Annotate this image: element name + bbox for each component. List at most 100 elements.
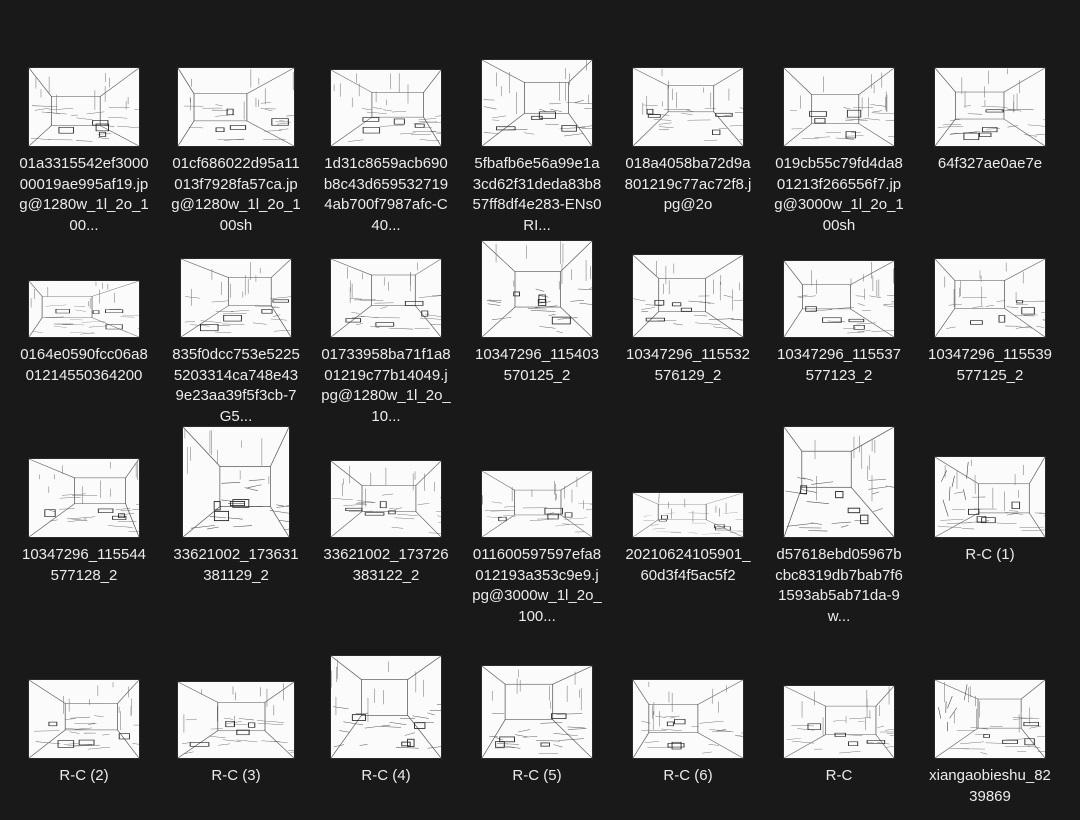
file-item[interactable]: d57618ebd05967bcbc8319db7bab7f61593ab5ab…: [769, 427, 909, 627]
file-item[interactable]: 0164e0590fcc06a801214550364200: [14, 227, 154, 386]
sketch-drawing: [183, 427, 289, 537]
interior-sketch-thumbnail[interactable]: [183, 427, 289, 537]
interior-sketch-thumbnail[interactable]: [331, 461, 441, 537]
file-item[interactable]: 018a4058ba72d9a801219c77ac72f8.jpg@2o: [618, 36, 758, 216]
thumbnail-container: [930, 648, 1050, 758]
file-item[interactable]: 33621002_173726383122_2: [316, 427, 456, 586]
interior-sketch-thumbnail[interactable]: [633, 493, 743, 537]
file-name-label: 011600597597efa8012193a353c9e9.jpg@3000w…: [472, 546, 602, 625]
interior-sketch-thumbnail[interactable]: [178, 68, 294, 146]
file-name-label: R-C (4): [361, 767, 411, 784]
file-item[interactable]: xiangaobieshu_8239869: [920, 648, 1060, 807]
sketch-drawing: [29, 459, 139, 537]
file-item[interactable]: 10347296_115544577128_2: [14, 427, 154, 586]
interior-sketch-thumbnail[interactable]: [784, 261, 894, 337]
file-name-label: R-C (5): [512, 767, 562, 784]
file-item[interactable]: 835f0dcc753e52255203314ca748e439e23aa39f…: [166, 227, 306, 427]
file-item[interactable]: R-C (1): [920, 427, 1060, 566]
thumbnail-container: [176, 36, 296, 146]
file-name-label: 0164e0590fcc06a801214550364200: [20, 346, 148, 384]
interior-sketch-thumbnail[interactable]: [29, 68, 139, 146]
thumbnail-container: [779, 427, 899, 537]
interior-sketch-thumbnail[interactable]: [29, 459, 139, 537]
file-name-label: 1d31c8659acb690b8c43d6595327194ab700f798…: [323, 155, 449, 234]
interior-sketch-thumbnail[interactable]: [482, 471, 592, 537]
file-item[interactable]: 10347296_115403570125_2: [467, 227, 607, 386]
interior-sketch-thumbnail[interactable]: [633, 680, 743, 758]
file-name-label: 019cb55c79fd4da801213f266556f7.jpg@3000w…: [774, 155, 904, 234]
interior-sketch-thumbnail[interactable]: [633, 68, 743, 146]
sketch-drawing: [29, 680, 139, 758]
interior-sketch-thumbnail[interactable]: [29, 281, 139, 337]
interior-sketch-thumbnail[interactable]: [784, 68, 894, 146]
file-item[interactable]: R-C (4): [316, 648, 456, 787]
interior-sketch-thumbnail[interactable]: [178, 682, 294, 758]
file-name-label: R-C (1): [965, 546, 1015, 563]
interior-sketch-thumbnail[interactable]: [935, 259, 1045, 337]
file-item[interactable]: 10347296_115532576129_2: [618, 227, 758, 386]
file-name-label: 835f0dcc753e52255203314ca748e439e23aa39f…: [172, 346, 300, 425]
file-item[interactable]: 01cf686022d95a11013f7928fa57ca.jpg@1280w…: [166, 36, 306, 236]
file-item[interactable]: 64f327ae0ae7e: [920, 36, 1060, 175]
thumbnail-container: [930, 427, 1050, 537]
file-item[interactable]: 01a3315542ef300000019ae995af19.jpg@1280w…: [14, 36, 154, 236]
sketch-drawing: [935, 68, 1045, 146]
interior-sketch-thumbnail[interactable]: [29, 680, 139, 758]
file-item[interactable]: R-C (6): [618, 648, 758, 787]
sketch-drawing: [29, 68, 139, 146]
file-item[interactable]: 33621002_173631381129_2: [166, 427, 306, 586]
sketch-drawing: [784, 68, 894, 146]
file-item[interactable]: R-C (3): [166, 648, 306, 787]
sketch-drawing: [178, 68, 294, 146]
file-item[interactable]: R-C: [769, 648, 909, 787]
thumbnail-container: [326, 227, 446, 337]
thumbnail-container: [779, 648, 899, 758]
file-name-label: 018a4058ba72d9a801219c77ac72f8.jpg@2o: [624, 155, 752, 213]
exterior-sketch-thumbnail[interactable]: [935, 457, 1045, 537]
file-item[interactable]: 01733958ba71f1a801219c77b14049.jpg@1280w…: [316, 227, 456, 427]
thumbnail-container: [176, 427, 296, 537]
sketch-drawing: [633, 680, 743, 758]
file-item[interactable]: 20210624105901_60d3f4f5ac5f2: [618, 427, 758, 586]
interior-sketch-thumbnail[interactable]: [331, 656, 441, 758]
thumbnail-container: [930, 227, 1050, 337]
interior-sketch-thumbnail[interactable]: [181, 259, 291, 337]
file-name-label: d57618ebd05967bcbc8319db7bab7f61593ab5ab…: [775, 546, 903, 625]
sketch-drawing: [633, 68, 743, 146]
file-name-label: R-C (3): [211, 767, 261, 784]
file-name-label: 10347296_115544577128_2: [21, 546, 147, 584]
thumbnail-container: [24, 648, 144, 758]
file-item[interactable]: R-C (2): [14, 648, 154, 787]
interior-sketch-thumbnail[interactable]: [784, 686, 894, 758]
file-name-label: 10347296_115537577123_2: [776, 346, 902, 384]
file-item[interactable]: 019cb55c79fd4da801213f266556f7.jpg@3000w…: [769, 36, 909, 236]
interior-sketch-thumbnail[interactable]: [784, 427, 894, 537]
file-name-label: 01cf686022d95a11013f7928fa57ca.jpg@1280w…: [171, 155, 301, 234]
thumbnail-container: [477, 227, 597, 337]
file-item[interactable]: R-C (5): [467, 648, 607, 787]
sketch-drawing: [784, 261, 894, 337]
file-item[interactable]: 5fbafb6e56a99e1a3cd62f31deda83b857ff8df4…: [467, 36, 607, 236]
sketch-drawing: [935, 457, 1045, 537]
file-item[interactable]: 1d31c8659acb690b8c43d6595327194ab700f798…: [316, 36, 456, 236]
file-item[interactable]: 10347296_115537577123_2: [769, 227, 909, 386]
interior-sketch-thumbnail[interactable]: [482, 241, 592, 337]
file-name-label: 10347296_115403570125_2: [474, 346, 600, 384]
interior-sketch-thumbnail[interactable]: [331, 70, 441, 146]
interior-sketch-thumbnail[interactable]: [633, 255, 743, 337]
interior-sketch-thumbnail[interactable]: [935, 68, 1045, 146]
thumbnail-container: [24, 36, 144, 146]
file-name-label: 33621002_173726383122_2: [323, 546, 449, 584]
interior-sketch-thumbnail[interactable]: [482, 666, 592, 758]
sketch-drawing: [482, 471, 592, 537]
interior-sketch-thumbnail[interactable]: [482, 60, 592, 146]
file-item[interactable]: 011600597597efa8012193a353c9e9.jpg@3000w…: [467, 427, 607, 627]
file-grid: 01a3315542ef300000019ae995af19.jpg@1280w…: [0, 0, 1080, 820]
thumbnail-container: [477, 648, 597, 758]
file-item[interactable]: 10347296_115539577125_2: [920, 227, 1060, 386]
file-name-label: 01733958ba71f1a801219c77b14049.jpg@1280w…: [321, 346, 451, 425]
thumbnail-container: [779, 36, 899, 146]
file-name-label: 5fbafb6e56a99e1a3cd62f31deda83b857ff8df4…: [472, 155, 602, 234]
exterior-sketch-thumbnail[interactable]: [935, 680, 1045, 758]
interior-sketch-thumbnail[interactable]: [331, 259, 441, 337]
